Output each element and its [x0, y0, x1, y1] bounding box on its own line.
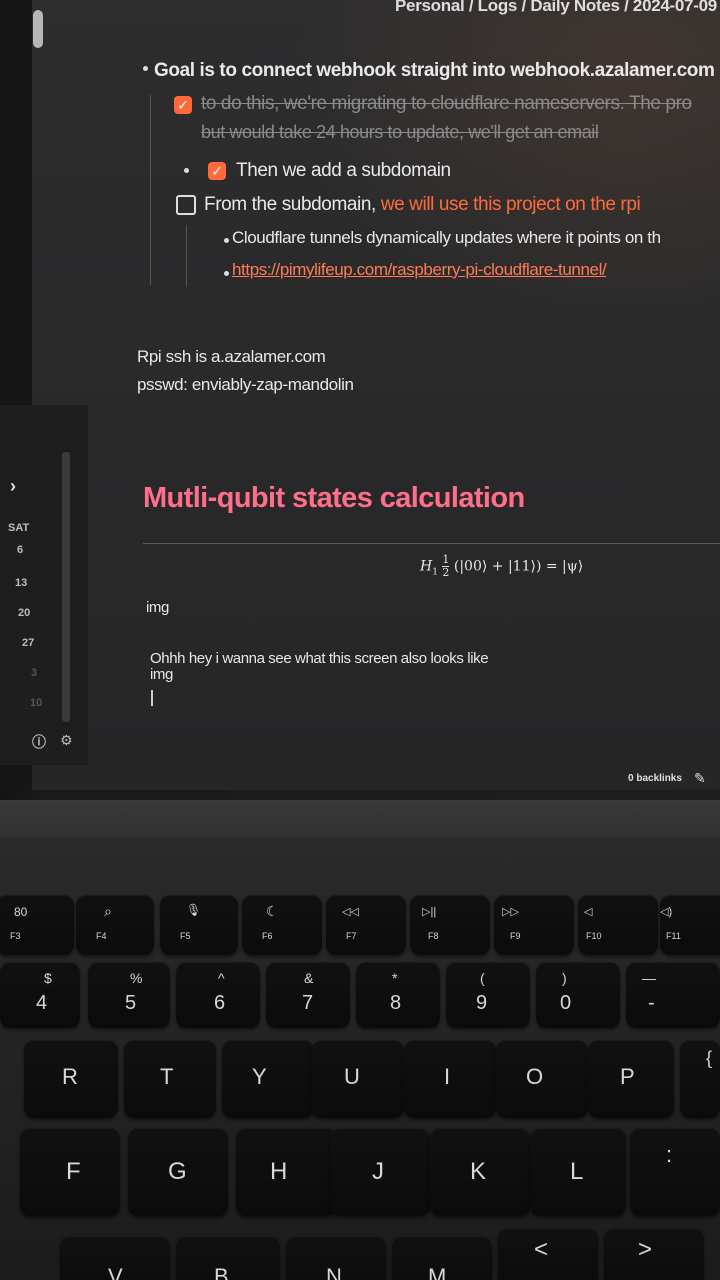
- key-m[interactable]: M: [392, 1236, 492, 1280]
- key-f3[interactable]: 80 F3: [0, 895, 74, 955]
- sidebar-scrollbar[interactable]: [62, 452, 70, 722]
- sidebar-calendar: [0, 405, 88, 765]
- key-f11[interactable]: ◁) F11: [660, 895, 720, 955]
- note-tunnels: Cloudflare tunnels dynamically updates w…: [232, 228, 661, 247]
- calendar-date[interactable]: 27: [22, 637, 34, 649]
- image-placeholder: img: [146, 599, 169, 616]
- edit-icon[interactable]: ✎: [694, 770, 706, 787]
- key-v[interactable]: V: [60, 1236, 170, 1280]
- key-f9[interactable]: ▷▷ F9: [494, 895, 574, 955]
- note-screen-comment: Ohhh hey i wanna see what this screen al…: [150, 650, 489, 667]
- indent-guide: [150, 95, 151, 285]
- key-l[interactable]: L: [530, 1128, 626, 1216]
- key-r[interactable]: R: [24, 1040, 118, 1118]
- note-migrate-line-1: to do this, we're migrating to cloudflar…: [201, 93, 692, 114]
- help-icon[interactable]: ⓘ: [32, 732, 46, 752]
- calendar-date[interactable]: 20: [18, 607, 30, 619]
- key-i[interactable]: I: [404, 1040, 496, 1118]
- key-9[interactable]: ( 9: [446, 962, 530, 1028]
- note-goal: Goal is to connect webhook straight into…: [154, 60, 715, 81]
- key-5[interactable]: % 5: [88, 962, 170, 1028]
- note-link[interactable]: https://pimylifeup.com/raspberry-pi-clou…: [232, 260, 607, 280]
- checkbox-checked-icon[interactable]: ✓: [174, 96, 192, 114]
- backlinks-count[interactable]: 0 backlinks: [628, 773, 682, 784]
- math-formula: H1 1 2 (|00⟩ + |11⟩) = |ψ⟩: [420, 553, 584, 579]
- image-placeholder: img: [150, 666, 173, 683]
- key-6[interactable]: ^ 6: [176, 962, 260, 1028]
- note-rpi-ssh: Rpi ssh is a.azalamer.com: [137, 347, 326, 366]
- bullet-dot: [184, 168, 189, 173]
- heading-divider: [143, 543, 720, 544]
- calendar-date[interactable]: 3: [31, 667, 37, 679]
- key-o[interactable]: O: [496, 1040, 588, 1118]
- section-heading: Mutli-qubit states calculation: [143, 482, 525, 514]
- gear-icon[interactable]: ⚙: [60, 732, 73, 749]
- key-f7[interactable]: ◁◁ F7: [326, 895, 406, 955]
- key-bracket[interactable]: {: [680, 1040, 720, 1118]
- bullet-dot: [224, 238, 229, 243]
- key-8[interactable]: * 8: [356, 962, 440, 1028]
- key-period[interactable]: >: [604, 1228, 704, 1280]
- key-7[interactable]: & 7: [266, 962, 350, 1028]
- breadcrumb[interactable]: Personal / Logs / Daily Notes / 2024-07-…: [395, 0, 717, 16]
- key-t[interactable]: T: [124, 1040, 216, 1118]
- key-f10[interactable]: ◁ F10: [578, 895, 658, 955]
- key-minus[interactable]: — -: [626, 962, 720, 1028]
- key-f8[interactable]: ▷|| F8: [410, 895, 490, 955]
- key-j[interactable]: J: [330, 1128, 430, 1216]
- key-f5[interactable]: 🎙 F5: [160, 895, 238, 955]
- key-y[interactable]: Y: [222, 1040, 314, 1118]
- note-from-subdomain: From the subdomain, we will use this pro…: [204, 194, 641, 215]
- laptop-screen: Personal / Logs / Daily Notes / 2024-07-…: [0, 0, 720, 790]
- key-0[interactable]: ) 0: [536, 962, 620, 1028]
- key-b[interactable]: B: [176, 1236, 280, 1280]
- calendar-date[interactable]: 13: [15, 577, 27, 589]
- key-k[interactable]: K: [430, 1128, 530, 1216]
- key-u[interactable]: U: [312, 1040, 404, 1118]
- key-h[interactable]: H: [236, 1128, 336, 1216]
- calendar-date[interactable]: 6: [17, 544, 23, 556]
- bullet-dot: [143, 66, 148, 71]
- chevron-right-icon[interactable]: ›: [10, 476, 16, 497]
- scrollbar-thumb[interactable]: [33, 10, 43, 48]
- bullet-dot: [224, 271, 229, 276]
- note-password: psswd: enviably-zap-mandolin: [137, 375, 354, 394]
- key-4[interactable]: $ 4: [0, 962, 80, 1028]
- note-subdomain: Then we add a subdomain: [236, 160, 451, 181]
- key-semicolon[interactable]: :: [630, 1128, 720, 1216]
- calendar-day-label: SAT: [8, 522, 30, 534]
- checkbox-empty-icon[interactable]: [176, 195, 196, 215]
- key-comma[interactable]: <: [498, 1228, 598, 1280]
- checkbox-checked-icon[interactable]: ✓: [208, 162, 226, 180]
- key-n[interactable]: N: [286, 1236, 386, 1280]
- key-f[interactable]: F: [20, 1128, 120, 1216]
- indent-guide: [186, 225, 187, 287]
- calendar-date[interactable]: 10: [30, 697, 42, 709]
- photo-scene: Personal / Logs / Daily Notes / 2024-07-…: [0, 0, 720, 1280]
- note-migrate-line-2: but would take 24 hours to update, we'll…: [201, 122, 599, 142]
- key-f6[interactable]: ☾ F6: [242, 895, 322, 955]
- key-f4[interactable]: ⌕ F4: [76, 895, 154, 955]
- key-g[interactable]: G: [128, 1128, 228, 1216]
- text-cursor: [151, 690, 153, 706]
- key-p[interactable]: P: [588, 1040, 674, 1118]
